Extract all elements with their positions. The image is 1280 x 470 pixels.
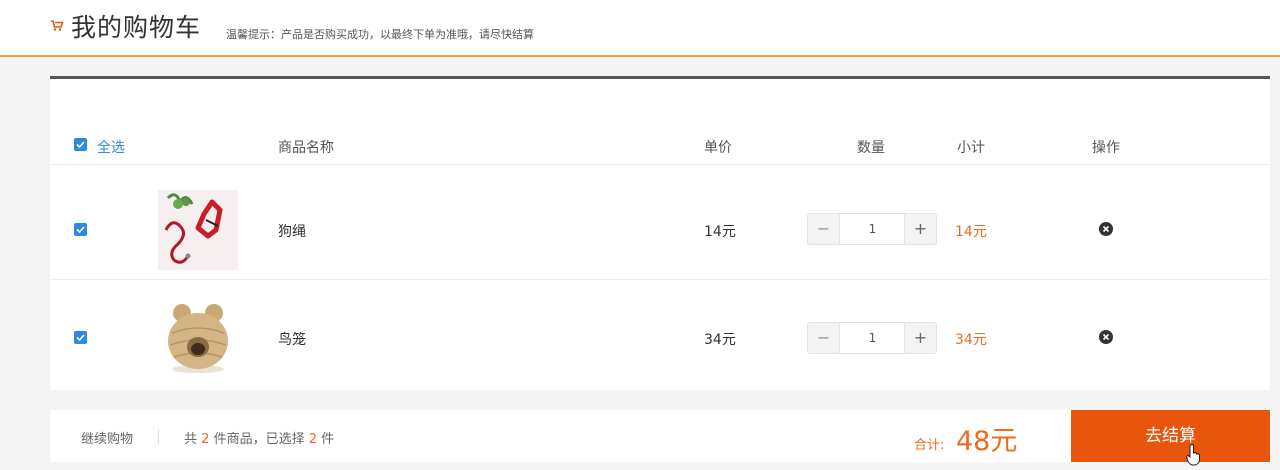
divider <box>158 429 159 444</box>
item-checkbox[interactable] <box>74 223 87 236</box>
table-header: 全选 商品名称 单价 数量 小计 操作 <box>50 123 1270 165</box>
cart-footer: 继续购物 共 2 件商品，已选择 2 件 合计: 48元 去结算 <box>50 410 1270 462</box>
decrease-button[interactable]: − <box>808 214 840 244</box>
dog-leash-image[interactable] <box>158 190 238 270</box>
cart-row: 鸟笼 34元 − 1 + 34元 <box>50 280 1270 395</box>
increase-button[interactable]: + <box>904 323 936 353</box>
item-name[interactable]: 狗绳 <box>278 221 306 241</box>
column-price: 单价 <box>704 140 732 156</box>
quantity-stepper: − 1 + <box>807 213 937 245</box>
cart-table: 全选 商品名称 单价 数量 小计 操作 狗绳 14元 − 1 + 14元 鸟笼 … <box>50 76 1270 390</box>
decrease-button[interactable]: − <box>808 323 840 353</box>
total-value: 48元 <box>956 426 1018 457</box>
item-checkbox[interactable] <box>74 331 87 344</box>
item-subtotal: 34元 <box>955 332 987 348</box>
column-subtotal: 小计 <box>957 140 985 156</box>
cart-icon <box>51 20 64 31</box>
checkout-button[interactable]: 去结算 <box>1071 410 1270 462</box>
cart-summary: 共 2 件商品，已选择 2 件 <box>184 428 334 447</box>
quantity-stepper: − 1 + <box>807 322 937 354</box>
select-all-label[interactable]: 全选 <box>97 137 125 157</box>
page-tip: 温馨提示：产品是否购买成功，以最终下单为准哦，请尽快结算 <box>226 28 534 41</box>
selected-count: 2 <box>308 432 318 447</box>
column-quantity: 数量 <box>857 140 885 156</box>
total-label: 合计: <box>914 438 945 453</box>
increase-button[interactable]: + <box>904 214 936 244</box>
item-price: 14元 <box>704 224 736 240</box>
continue-shopping-link[interactable]: 继续购物 <box>81 428 133 447</box>
page-title: 我的购物车 <box>71 13 202 42</box>
cart-row: 狗绳 14元 − 1 + 14元 <box>50 165 1270 280</box>
bird-cage-image[interactable] <box>158 297 238 377</box>
quantity-input[interactable]: 1 <box>841 214 904 244</box>
delete-icon[interactable] <box>1099 222 1113 236</box>
delete-icon[interactable] <box>1099 330 1113 344</box>
select-all-checkbox[interactable] <box>74 138 87 151</box>
item-name[interactable]: 鸟笼 <box>278 329 306 349</box>
summary-mid: 件商品，已选择 <box>213 432 305 447</box>
quantity-input[interactable]: 1 <box>841 323 904 353</box>
page-header: 我的购物车 温馨提示：产品是否购买成功，以最终下单为准哦，请尽快结算 <box>0 0 1280 57</box>
summary-suffix: 件 <box>321 432 335 447</box>
column-action: 操作 <box>1092 140 1120 156</box>
summary-prefix: 共 <box>184 432 198 447</box>
item-price: 34元 <box>704 332 736 348</box>
total-count: 2 <box>201 432 210 447</box>
column-name: 商品名称 <box>278 140 334 156</box>
item-subtotal: 14元 <box>955 224 987 240</box>
hand-cursor-icon <box>1186 444 1200 466</box>
